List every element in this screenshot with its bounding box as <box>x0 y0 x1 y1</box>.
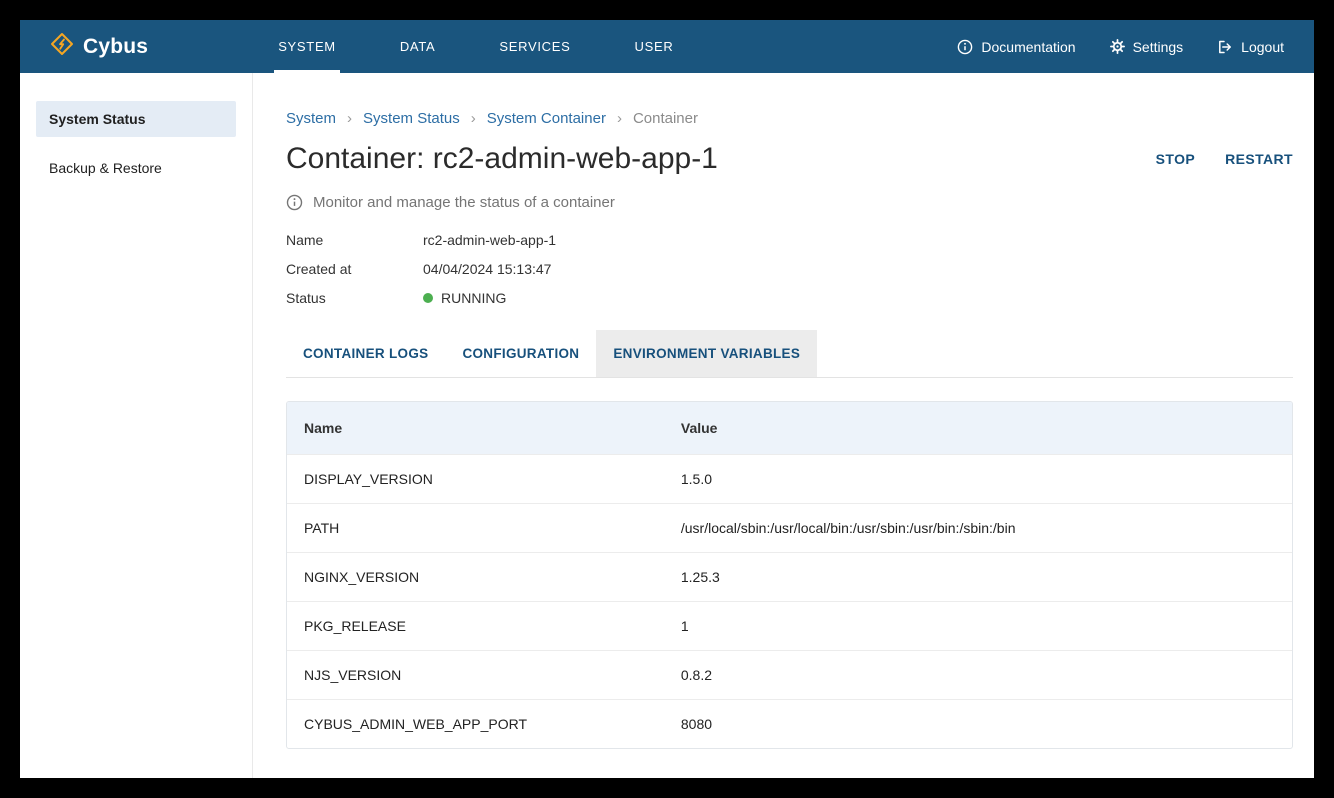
tabs-divider <box>286 377 1293 378</box>
sidebar: System Status Backup & Restore <box>20 73 253 778</box>
table-row: NGINX_VERSION 1.25.3 <box>287 552 1292 601</box>
logout-button[interactable]: Logout <box>1217 39 1284 55</box>
table-row: PATH /usr/local/sbin:/usr/local/bin:/usr… <box>287 503 1292 552</box>
container-details: Name rc2-admin-web-app-1 Created at 04/0… <box>286 232 1293 306</box>
env-var-name: NGINX_VERSION <box>287 552 664 601</box>
breadcrumb-separator: › <box>347 110 352 127</box>
nav-item-user[interactable]: USER <box>631 20 678 73</box>
tab-environment-variables[interactable]: ENVIRONMENT VARIABLES <box>596 330 817 377</box>
cybus-logo-icon <box>50 32 74 61</box>
restart-button[interactable]: RESTART <box>1225 151 1293 167</box>
env-var-value: 1 <box>664 601 1292 650</box>
main-content: System › System Status › System Containe… <box>253 73 1314 778</box>
column-header-value: Value <box>664 402 1292 454</box>
app-body: System Status Backup & Restore System › … <box>20 73 1314 778</box>
top-navbar: Cybus SYSTEM DATA SERVICES USER <box>20 20 1314 73</box>
table-row: PKG_RELEASE 1 <box>287 601 1292 650</box>
environment-variables-table: Name Value DISPLAY_VERSION 1.5.0 PATH /u… <box>286 401 1293 749</box>
app-window: Cybus SYSTEM DATA SERVICES USER <box>20 20 1314 778</box>
settings-button[interactable]: Settings <box>1110 39 1184 55</box>
detail-row-created-at: Created at 04/04/2024 15:13:47 <box>286 261 1293 277</box>
sidebar-item-system-status[interactable]: System Status <box>36 101 236 137</box>
sidebar-item-backup-restore[interactable]: Backup & Restore <box>36 150 236 186</box>
env-var-value: 0.8.2 <box>664 650 1292 699</box>
documentation-label: Documentation <box>981 39 1075 55</box>
brand-logo[interactable]: Cybus <box>50 20 148 73</box>
page-title: Container: rc2-admin-web-app-1 <box>286 142 718 176</box>
title-row: Container: rc2-admin-web-app-1 STOP REST… <box>286 142 1293 176</box>
status-dot-running <box>423 293 433 303</box>
page-subtitle: Monitor and manage the status of a conta… <box>313 194 615 211</box>
logout-icon <box>1217 39 1233 55</box>
subtitle-row: Monitor and manage the status of a conta… <box>286 194 1293 211</box>
detail-value: rc2-admin-web-app-1 <box>423 232 556 248</box>
settings-label: Settings <box>1133 39 1184 55</box>
table-header-row: Name Value <box>287 402 1292 454</box>
brand-name: Cybus <box>83 35 148 59</box>
breadcrumb-link-system[interactable]: System <box>286 110 336 127</box>
env-var-value: 8080 <box>664 699 1292 748</box>
detail-row-status: Status RUNNING <box>286 290 1293 306</box>
detail-label: Name <box>286 232 423 248</box>
env-var-name: DISPLAY_VERSION <box>287 454 664 503</box>
logout-label: Logout <box>1241 39 1284 55</box>
detail-label: Status <box>286 290 423 306</box>
documentation-button[interactable]: Documentation <box>957 39 1075 55</box>
env-var-name: NJS_VERSION <box>287 650 664 699</box>
tab-configuration[interactable]: CONFIGURATION <box>445 330 596 377</box>
breadcrumb-separator: › <box>617 110 622 127</box>
env-var-name: PATH <box>287 503 664 552</box>
env-var-value: 1.25.3 <box>664 552 1292 601</box>
detail-row-name: Name rc2-admin-web-app-1 <box>286 232 1293 248</box>
column-header-name: Name <box>287 402 664 454</box>
breadcrumb-current: Container <box>633 110 698 127</box>
env-var-value: 1.5.0 <box>664 454 1292 503</box>
info-icon <box>957 39 973 55</box>
table-row: DISPLAY_VERSION 1.5.0 <box>287 454 1292 503</box>
screen: Cybus SYSTEM DATA SERVICES USER <box>0 0 1334 798</box>
detail-label: Created at <box>286 261 423 277</box>
nav-item-services[interactable]: SERVICES <box>495 20 574 73</box>
container-actions: STOP RESTART <box>1156 151 1293 167</box>
navbar-actions: Documentation <box>957 20 1284 73</box>
breadcrumb-link-system-status[interactable]: System Status <box>363 110 460 127</box>
breadcrumb-link-system-container[interactable]: System Container <box>487 110 606 127</box>
detail-value: 04/04/2024 15:13:47 <box>423 261 551 277</box>
env-var-name: PKG_RELEASE <box>287 601 664 650</box>
table-row: NJS_VERSION 0.8.2 <box>287 650 1292 699</box>
breadcrumb: System › System Status › System Containe… <box>286 110 1293 127</box>
nav-item-system[interactable]: SYSTEM <box>274 20 340 73</box>
env-var-value: /usr/local/sbin:/usr/local/bin:/usr/sbin… <box>664 503 1292 552</box>
info-icon <box>286 194 303 211</box>
stop-button[interactable]: STOP <box>1156 151 1195 167</box>
table-row: CYBUS_ADMIN_WEB_APP_PORT 8080 <box>287 699 1292 748</box>
status-badge: RUNNING <box>423 290 506 306</box>
main-nav: SYSTEM DATA SERVICES USER <box>274 20 677 73</box>
status-text: RUNNING <box>441 290 506 306</box>
tab-container-logs[interactable]: CONTAINER LOGS <box>286 330 445 377</box>
env-var-name: CYBUS_ADMIN_WEB_APP_PORT <box>287 699 664 748</box>
breadcrumb-separator: › <box>471 110 476 127</box>
nav-item-data[interactable]: DATA <box>396 20 440 73</box>
gear-icon <box>1110 39 1125 54</box>
detail-tabs: CONTAINER LOGS CONFIGURATION ENVIRONMENT… <box>286 330 1293 377</box>
